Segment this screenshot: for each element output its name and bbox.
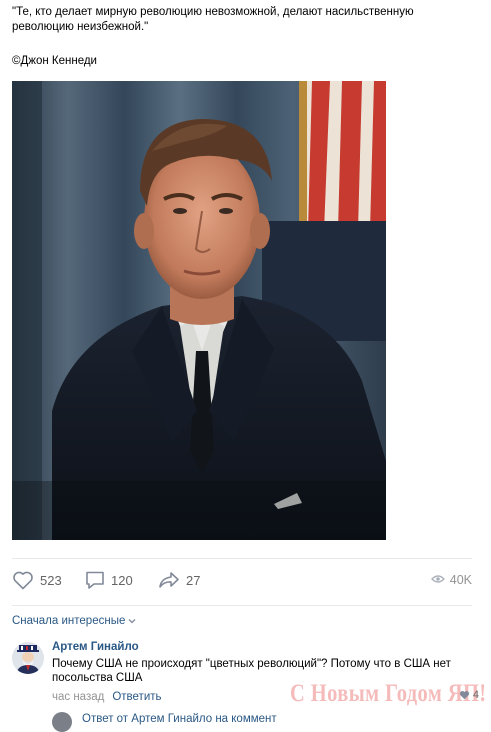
next-comment-preview[interactable]: Ответ от Артем Гинайло на коммент <box>82 713 277 725</box>
views-count: 40K <box>449 573 472 587</box>
comment-like-count: 4 <box>472 689 479 701</box>
views-counter: 40K <box>430 567 472 593</box>
comment-time[interactable]: час назад <box>52 691 104 703</box>
share-count: 27 <box>186 572 201 588</box>
eye-icon <box>430 571 445 589</box>
like-count: 523 <box>40 572 62 588</box>
chevron-down-icon <box>128 618 136 624</box>
post-author: ©Джон Кеннеди <box>12 55 97 67</box>
heart-icon <box>459 690 470 700</box>
comment-author[interactable]: Артем Гинайло <box>52 640 472 654</box>
post-divider <box>12 558 472 559</box>
comment-icon <box>85 570 105 590</box>
post-photo[interactable] <box>12 81 386 540</box>
comment-button[interactable]: 120 <box>85 567 133 593</box>
post-actions: 523 120 27 40K <box>12 567 472 593</box>
heart-icon <box>12 570 34 590</box>
comment-like-button[interactable]: 4 <box>459 689 479 701</box>
avatar[interactable] <box>12 642 44 674</box>
next-comment: Ответ от Артем Гинайло на коммент <box>52 712 452 732</box>
share-icon <box>158 570 180 590</box>
post-text: "Те, кто делает мирную революцию невозмо… <box>12 5 452 69</box>
watermark: С Новым Годом ЯП! <box>290 680 487 707</box>
sort-label: Сначала интересные <box>12 615 126 627</box>
share-button[interactable]: 27 <box>158 567 200 593</box>
post-quote: "Те, кто делает мирную революцию невозмо… <box>12 6 414 33</box>
actions-divider <box>12 605 472 606</box>
reply-button[interactable]: Ответить <box>112 691 161 703</box>
like-button[interactable]: 523 <box>12 567 62 593</box>
comments-sort-dropdown[interactable]: Сначала интересные <box>12 615 136 627</box>
avatar[interactable] <box>52 712 72 732</box>
comment-count: 120 <box>111 572 133 588</box>
